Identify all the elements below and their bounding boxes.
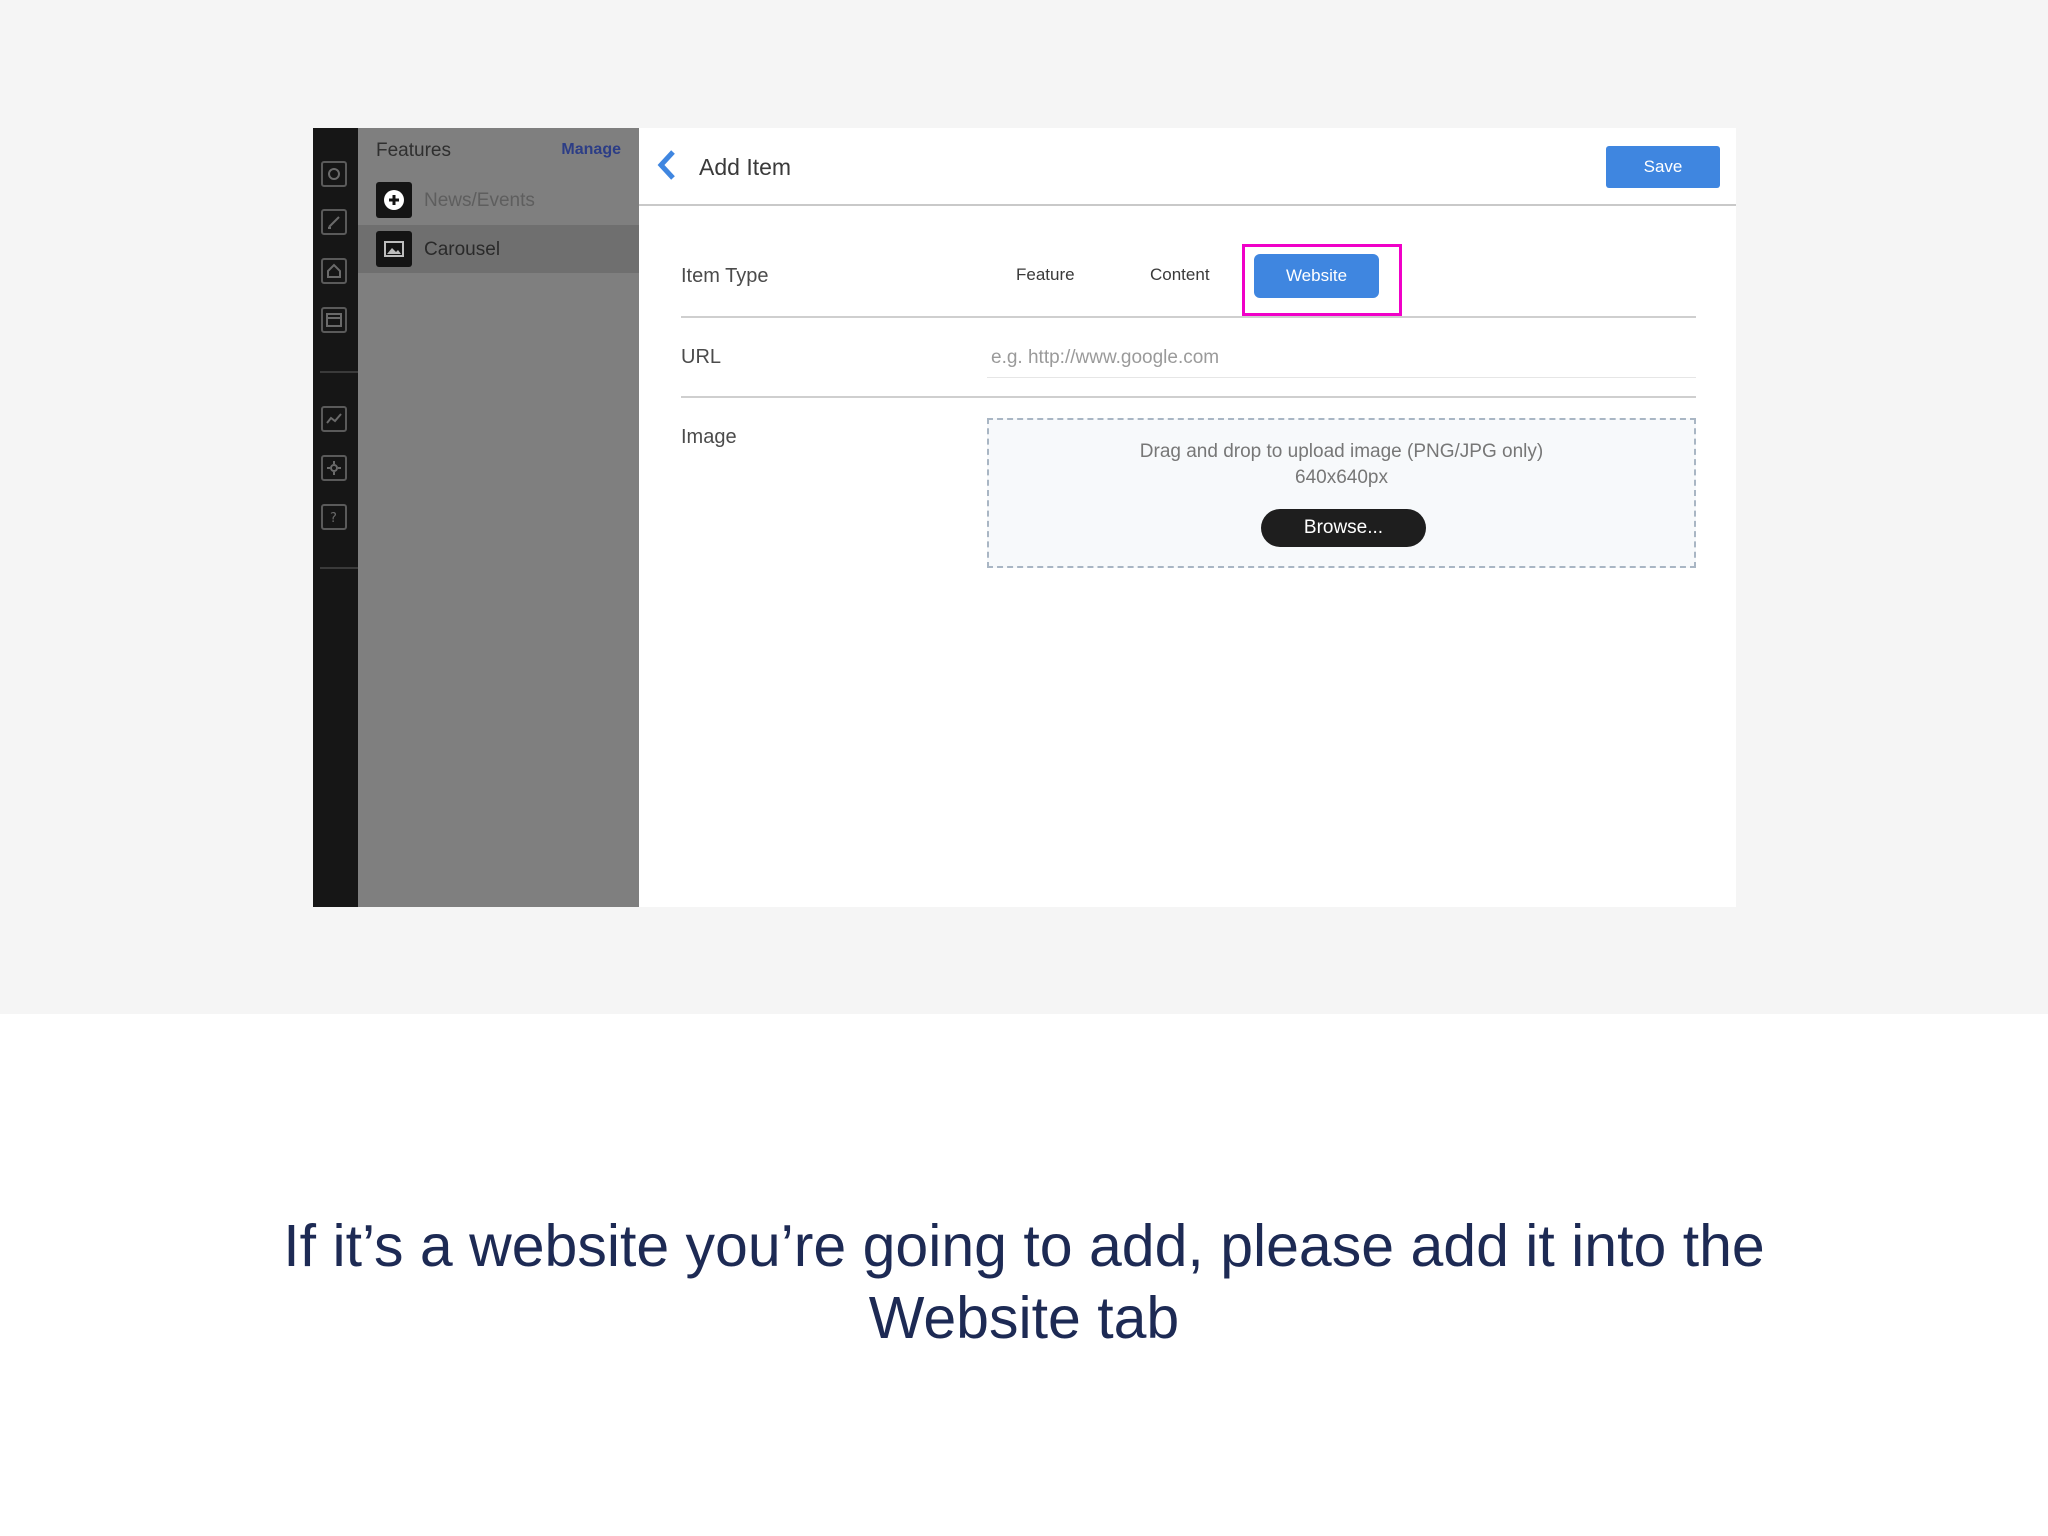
edit-icon[interactable] (321, 209, 347, 235)
features-title: Features (376, 140, 451, 161)
browse-button[interactable]: Browse... (1261, 509, 1426, 547)
dropzone-size: 640x640px (1295, 467, 1388, 488)
caption-line-1: If it’s a website you’re going to add, p… (283, 1213, 1765, 1279)
image-dropzone[interactable]: Drag and drop to upload image (PNG/JPG o… (987, 418, 1696, 568)
image-label: Image (681, 426, 737, 448)
sidebar-item-label: News/Events (424, 190, 535, 211)
chart-icon[interactable] (321, 406, 347, 432)
features-panel: Features Manage News/Events Carousel (358, 128, 639, 907)
sidebar-item-carousel[interactable]: Carousel (358, 225, 639, 273)
caption-line-2: Website tab (868, 1285, 1180, 1351)
panel-header: Add Item Save (639, 128, 1736, 206)
icon-rail: ? (313, 128, 358, 907)
home-icon[interactable] (321, 258, 347, 284)
item-type-label: Item Type (681, 265, 769, 287)
plus-circle-icon (376, 182, 412, 218)
add-item-panel: Add Item Save Item Type Feature Content … (639, 128, 1736, 907)
image-icon (376, 231, 412, 267)
url-input[interactable] (987, 338, 1696, 378)
rail-divider (320, 371, 358, 373)
slide-caption: If it’s a website you’re going to add, p… (0, 1210, 2048, 1354)
type-option-feature[interactable]: Feature (1016, 265, 1075, 285)
settings-icon[interactable] (321, 455, 347, 481)
help-icon[interactable]: ? (321, 504, 347, 530)
page-title: Add Item (699, 154, 792, 180)
type-option-website[interactable]: Website (1254, 254, 1379, 298)
svg-text:?: ? (330, 511, 337, 525)
type-option-content[interactable]: Content (1150, 265, 1210, 285)
save-button[interactable]: Save (1606, 146, 1720, 188)
rail-divider (320, 567, 358, 569)
sidebar-item-label: Carousel (424, 239, 501, 260)
url-label: URL (681, 346, 722, 368)
window-icon[interactable] (321, 307, 347, 333)
circle-square-icon[interactable] (321, 161, 347, 187)
app-window: ? Features Manage News/Events Carousel A… (313, 128, 1736, 907)
manage-link[interactable]: Manage (561, 141, 621, 159)
divider (681, 316, 1696, 318)
divider (681, 396, 1696, 398)
dropzone-text: Drag and drop to upload image (PNG/JPG o… (1139, 441, 1544, 462)
sidebar-item-news-events[interactable]: News/Events (358, 176, 639, 224)
chevron-left-icon[interactable] (655, 148, 679, 182)
